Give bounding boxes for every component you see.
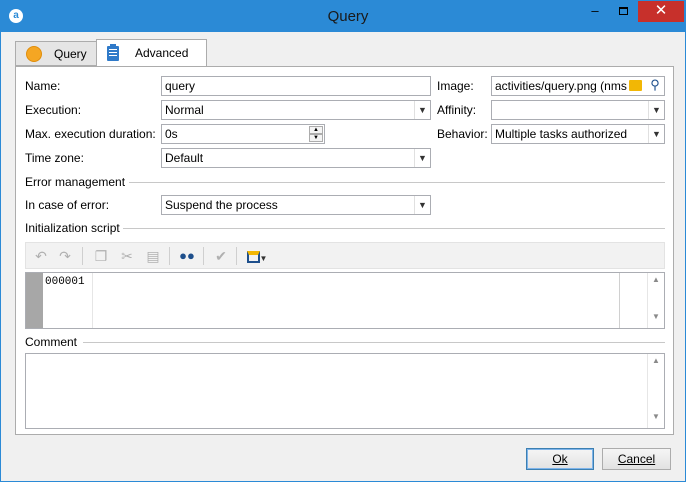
cancel-label: Cancel bbox=[617, 452, 656, 466]
max-duration-field[interactable]: 0s ▲ ▼ bbox=[161, 124, 325, 144]
gutter-divider bbox=[92, 273, 93, 328]
duration-spinner[interactable]: ▲ ▼ bbox=[309, 126, 323, 142]
adobe-campaign-icon: a bbox=[9, 9, 23, 23]
cancel-button[interactable]: Cancel bbox=[602, 448, 671, 470]
query-dialog: a – ✕ Query Query Advanced Name: query E… bbox=[0, 0, 686, 482]
section-divider bbox=[129, 182, 665, 183]
max-duration-label: Max. execution duration: bbox=[25, 127, 156, 141]
initialization-script-heading: Initialization script bbox=[25, 221, 120, 235]
chevron-down-icon[interactable]: ▼ bbox=[414, 101, 430, 119]
editor-scrollbar[interactable]: ▲ ▼ bbox=[647, 273, 664, 328]
folder-icon[interactable] bbox=[629, 80, 642, 91]
scroll-down-icon[interactable]: ▼ bbox=[648, 412, 664, 426]
toolbar-separator bbox=[169, 247, 170, 265]
clipboard-icon bbox=[107, 43, 119, 61]
script-editor[interactable]: 000001 ▲ ▼ bbox=[25, 272, 665, 329]
search-icon[interactable]: ⚲ bbox=[647, 77, 663, 93]
section-divider bbox=[123, 228, 665, 229]
affinity-select[interactable]: ▼ bbox=[491, 100, 665, 120]
ok-button[interactable]: Ok bbox=[526, 448, 594, 470]
redo-icon[interactable]: ↷ bbox=[56, 247, 74, 265]
title-bar: a – ✕ bbox=[1, 1, 685, 32]
name-field[interactable]: query bbox=[161, 76, 431, 96]
scroll-up-icon[interactable]: ▲ bbox=[648, 275, 664, 289]
undo-icon[interactable]: ↶ bbox=[32, 247, 50, 265]
in-case-of-error-label: In case of error: bbox=[25, 198, 110, 212]
minimize-button[interactable]: – bbox=[582, 1, 608, 22]
cut-icon[interactable]: ✂ bbox=[118, 247, 136, 265]
ok-label: Ok bbox=[552, 452, 568, 466]
maximize-icon bbox=[618, 7, 628, 15]
tab-query-label: Query bbox=[54, 46, 87, 61]
copy-icon[interactable]: ❐ bbox=[92, 247, 110, 265]
toolbar-separator bbox=[236, 247, 237, 265]
image-value: activities/query.png (nms bbox=[495, 79, 627, 93]
tab-query[interactable]: Query bbox=[15, 41, 97, 66]
check-icon[interactable]: ✔ bbox=[212, 247, 230, 265]
paste-icon[interactable]: ▤ bbox=[144, 247, 162, 265]
time-zone-label: Time zone: bbox=[25, 151, 84, 165]
line-number: 000001 bbox=[45, 276, 85, 288]
chevron-down-icon[interactable]: ▼ bbox=[414, 196, 430, 214]
error-management-heading: Error management bbox=[25, 175, 126, 189]
time-zone-value: Default bbox=[165, 151, 204, 165]
affinity-label: Affinity: bbox=[437, 103, 477, 117]
comment-scrollbar[interactable]: ▲ ▼ bbox=[647, 354, 664, 428]
spin-up-icon[interactable]: ▲ bbox=[309, 126, 323, 134]
behavior-select[interactable]: Multiple tasks authorized ▼ bbox=[491, 124, 665, 144]
chevron-down-icon[interactable]: ▼ bbox=[648, 101, 664, 119]
comment-textarea[interactable]: ▲ ▼ bbox=[25, 353, 665, 429]
editor-gutter bbox=[26, 273, 43, 328]
tab-advanced[interactable]: Advanced bbox=[96, 39, 207, 66]
execution-value: Normal bbox=[165, 103, 204, 117]
insert-field-dropdown-icon[interactable]: ▼ bbox=[244, 247, 270, 265]
section-divider bbox=[83, 342, 665, 343]
scroll-up-icon[interactable]: ▲ bbox=[648, 356, 664, 370]
spin-down-icon[interactable]: ▼ bbox=[309, 134, 323, 142]
name-label: Name: bbox=[25, 79, 61, 93]
execution-select[interactable]: Normal ▼ bbox=[161, 100, 431, 120]
toolbar-separator bbox=[82, 247, 83, 265]
comment-heading: Comment bbox=[25, 335, 78, 349]
image-label: Image: bbox=[437, 79, 474, 93]
execution-label: Execution: bbox=[25, 103, 82, 117]
in-case-of-error-value: Suspend the process bbox=[165, 198, 278, 212]
toolbar-separator bbox=[203, 247, 204, 265]
editor-split bbox=[619, 273, 620, 328]
tab-advanced-label: Advanced bbox=[135, 46, 189, 60]
in-case-of-error-select[interactable]: Suspend the process ▼ bbox=[161, 195, 431, 215]
behavior-label: Behavior: bbox=[437, 127, 488, 141]
maximize-button[interactable] bbox=[610, 1, 636, 22]
find-binoculars-icon[interactable]: ●● bbox=[178, 247, 196, 265]
close-button[interactable]: ✕ bbox=[638, 1, 684, 22]
behavior-value: Multiple tasks authorized bbox=[495, 127, 628, 141]
chevron-down-icon[interactable]: ▼ bbox=[648, 125, 664, 143]
scroll-down-icon[interactable]: ▼ bbox=[648, 312, 664, 326]
time-zone-select[interactable]: Default ▼ bbox=[161, 148, 431, 168]
chevron-down-icon[interactable]: ▼ bbox=[414, 149, 430, 167]
script-toolbar: ↶ ↷ ❐ ✂ ▤ ●● ✔ ▼ bbox=[25, 242, 665, 269]
orange-circle-icon bbox=[26, 45, 42, 62]
max-duration-value: 0s bbox=[165, 127, 178, 141]
